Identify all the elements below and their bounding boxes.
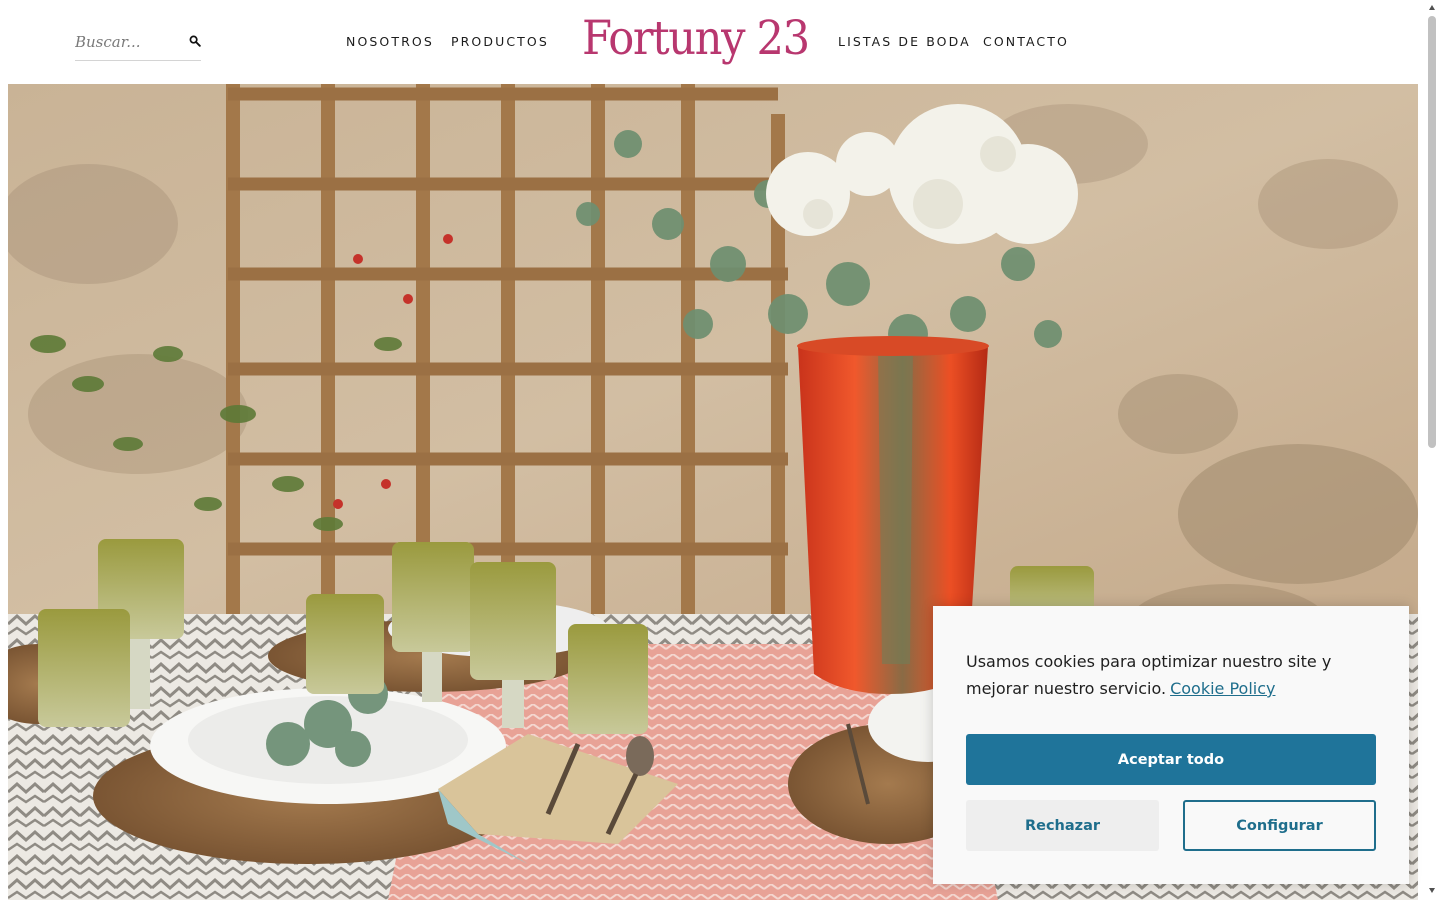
scroll-down-arrow-icon[interactable]: [1428, 886, 1436, 894]
scrollbar-thumb[interactable]: [1428, 16, 1436, 448]
search-icon[interactable]: [189, 35, 201, 47]
nav-nosotros[interactable]: NOSOTROS: [346, 34, 434, 50]
cookie-message-text: Usamos cookies para optimizar nuestro si…: [966, 652, 1332, 698]
site-logo[interactable]: Fortuny 23: [582, 6, 810, 72]
cookie-policy-link[interactable]: Cookie Policy: [1170, 679, 1275, 698]
scroll-up-arrow-icon[interactable]: [1428, 4, 1436, 12]
cookie-message: Usamos cookies para optimizar nuestro si…: [966, 648, 1376, 702]
search-box: [75, 26, 201, 61]
nav-listas-de-boda[interactable]: LISTAS DE BODA: [838, 34, 971, 50]
search-input[interactable]: [75, 30, 183, 54]
cookie-banner: Usamos cookies para optimizar nuestro si…: [933, 606, 1409, 884]
reject-button[interactable]: Rechazar: [966, 800, 1159, 851]
nav-contacto[interactable]: CONTACTO: [983, 34, 1069, 50]
page-scrollbar[interactable]: [1424, 0, 1440, 900]
configure-button[interactable]: Configurar: [1183, 800, 1376, 851]
site-header: NOSOTROS PRODUCTOS Fortuny 23 LISTAS DE …: [0, 0, 1440, 84]
nav-productos[interactable]: PRODUCTOS: [451, 34, 549, 50]
accept-all-button[interactable]: Aceptar todo: [966, 734, 1376, 785]
